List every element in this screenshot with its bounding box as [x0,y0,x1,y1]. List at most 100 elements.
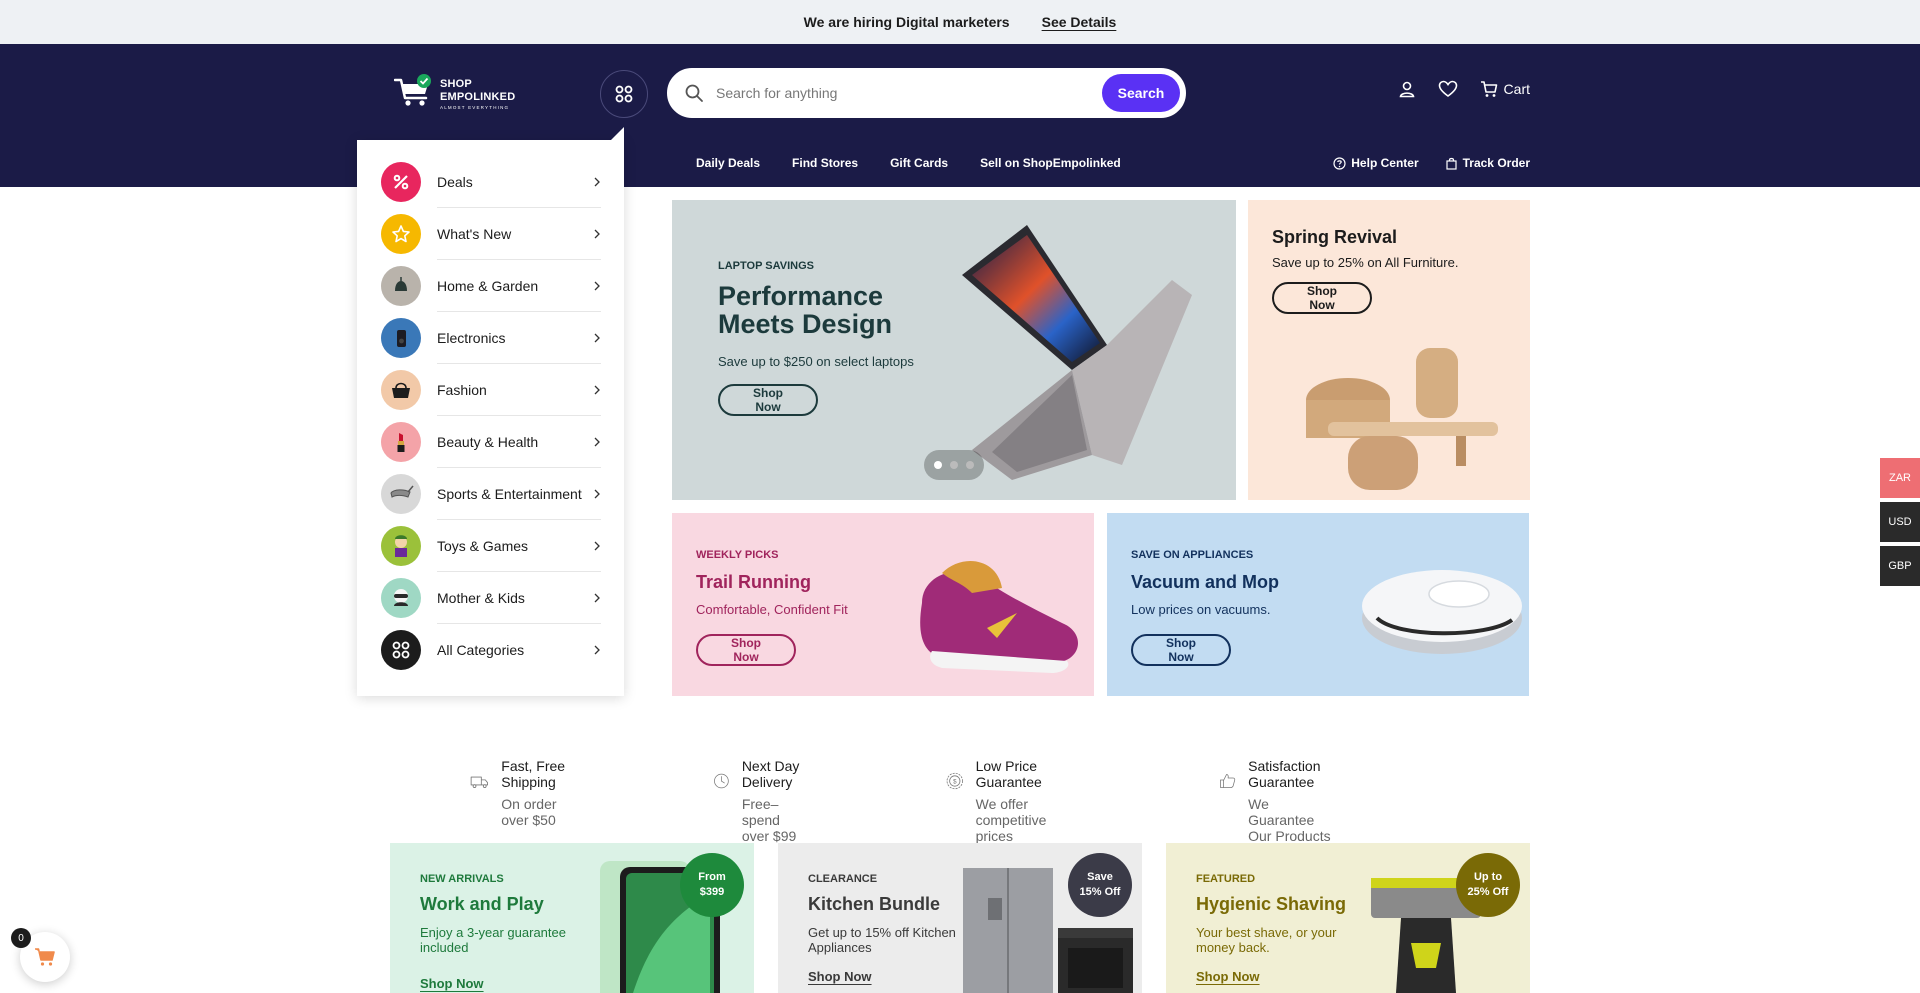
feature-delivery: Next Day Delivery Free– spend over $99 [713,756,810,844]
chevron-right-icon [594,333,600,343]
chevron-right-icon [594,645,600,655]
categories-toggle-button[interactable] [600,70,648,118]
hygienic-shaving-shop-now-link[interactable]: Shop Now [1196,969,1260,984]
grid-icon [381,630,421,670]
feature-title: Next Day Delivery [741,758,800,790]
site-header: SHOP EMPOLINKED ALMOST EVERYTHING Search [0,44,1920,187]
lamp-icon [381,266,421,306]
star-icon [381,214,421,254]
chevron-right-icon [594,541,600,551]
nav-gift-cards[interactable]: Gift Cards [890,156,948,170]
chevron-right-icon [594,281,600,291]
feature-satisfaction: Satisfaction Guarantee We Guarantee Our … [1219,756,1337,844]
search-button[interactable]: Search [1102,74,1180,112]
percent-icon [381,162,421,202]
dollar-badge-icon: $ [946,772,963,790]
logo-cart-icon [394,74,431,106]
carousel-dots [924,450,984,480]
feature-subtitle: We Guarantee Our Products [1248,796,1331,844]
category-electronics[interactable]: Electronics [381,312,601,364]
card-kitchen-bundle: CLEARANCE Kitchen Bundle Get up to 15% o… [778,843,1142,993]
card-work-and-play: NEW ARRIVALS Work and Play Enjoy a 3-yea… [390,843,754,993]
feature-shipping: Fast, Free Shipping On order over $50 [470,756,570,828]
laptop-image [962,225,1192,480]
work-and-play-shop-now-link[interactable]: Shop Now [420,976,484,991]
category-fashion[interactable]: Fashion [381,364,601,416]
promo-subtitle: Comfortable, Confident Fit [696,602,848,617]
card-title: Work and Play [420,894,544,914]
thumbs-up-icon [1220,774,1236,788]
hero-subtitle: Save up to $250 on select laptops [718,354,914,369]
speaker-icon [381,318,421,358]
carousel-dot-2[interactable] [950,461,958,469]
card-subtitle: Enjoy a 3-year guarantee included [420,925,566,955]
chevron-right-icon [594,593,600,603]
nav-find-stores[interactable]: Find Stores [792,156,858,170]
header-actions: Cart [1398,80,1530,98]
carousel-dot-3[interactable] [966,461,974,469]
category-deals[interactable]: Deals [381,156,601,208]
currency-gbp[interactable]: GBP [1880,546,1920,586]
side-banner-title: Spring Revival [1272,227,1398,247]
help-center-link[interactable]: Help Center [1333,156,1419,170]
feature-title: Satisfaction Guarantee [1248,758,1321,790]
promo-eyebrow: SAVE ON APPLIANCES [1131,549,1254,561]
price-badge: From $399 [680,853,744,917]
cart-button[interactable]: Cart [1480,80,1530,98]
see-details-link[interactable]: See Details [1042,14,1117,30]
grid-icon [615,85,633,103]
chevron-right-icon [594,229,600,239]
currency-usd[interactable]: USD [1880,502,1920,542]
nav-sell[interactable]: Sell on ShopEmpolinked [980,156,1121,170]
category-whats-new[interactable]: What's New [381,208,601,260]
chevron-right-icon [594,177,600,187]
feature-title: Low Price Guarantee [975,758,1042,790]
furniture-image [1306,348,1498,490]
hero-shop-now-button[interactable]: Shop Now [718,384,818,416]
trail-running-shop-now-button[interactable]: Shop Now [696,634,796,666]
search-icon [685,84,703,102]
promo-trail-running: WEEKLY PICKS Trail Running Comfortable, … [672,513,1094,696]
card-subtitle: Get up to 15% off Kitchen Appliances [808,925,956,955]
category-home-garden[interactable]: Home & Garden [381,260,601,312]
announcement-bar: We are hiring Digital marketers See Deta… [0,0,1920,44]
promo-subtitle: Low prices on vacuums. [1131,602,1271,617]
side-banner: Spring Revival Save up to 25% on All Fur… [1248,200,1530,500]
user-icon [1399,81,1414,98]
feature-title: Fast, Free Shipping [501,758,566,790]
kitchen-bundle-shop-now-link[interactable]: Shop Now [808,969,872,984]
card-subtitle: Your best shave, or your money back. [1196,925,1337,955]
heart-icon [1438,80,1457,97]
vacuum-shop-now-button[interactable]: Shop Now [1131,634,1231,666]
category-beauty-health[interactable]: Beauty & Health [381,416,601,468]
toy-figure-icon [381,526,421,566]
promo-title: Vacuum and Mop [1131,572,1280,592]
floating-cart-count: 0 [11,928,31,948]
savings-badge: Save 15% Off [1068,853,1132,917]
wishlist-button[interactable] [1438,80,1458,98]
feature-subtitle: Free– spend over $99 [741,796,797,844]
chevron-right-icon [594,489,600,499]
logo[interactable]: SHOP EMPOLINKED ALMOST EVERYTHING [394,70,524,114]
category-sports-entertainment[interactable]: Sports & Entertainment [381,468,601,520]
discount-badge: Up to 25% Off [1456,853,1520,917]
search-input[interactable] [716,85,1102,101]
category-mother-kids[interactable]: Mother & Kids [381,572,601,624]
account-button[interactable] [1398,80,1416,98]
category-menu: Deals What's New Home & Garden Electroni… [357,127,624,696]
sub-navigation-right: Help Center Track Order [1333,156,1530,170]
track-order-link[interactable]: Track Order [1445,156,1530,170]
chevron-right-icon [594,385,600,395]
chevron-right-icon [594,437,600,447]
category-all[interactable]: All Categories [381,624,601,676]
svg-text:$: $ [953,778,957,785]
feature-price: $ Low Price Guarantee We offer competiti… [946,756,1063,844]
nav-daily-deals[interactable]: Daily Deals [696,156,760,170]
handbag-icon [381,370,421,410]
feature-subtitle: We offer competitive prices [975,796,1047,844]
currency-zar[interactable]: ZAR [1880,458,1920,498]
carousel-dot-1[interactable] [934,461,942,469]
category-toys-games[interactable]: Toys & Games [381,520,601,572]
side-banner-shop-now-button[interactable]: Shop Now [1272,282,1372,314]
shoe-image [920,561,1079,673]
